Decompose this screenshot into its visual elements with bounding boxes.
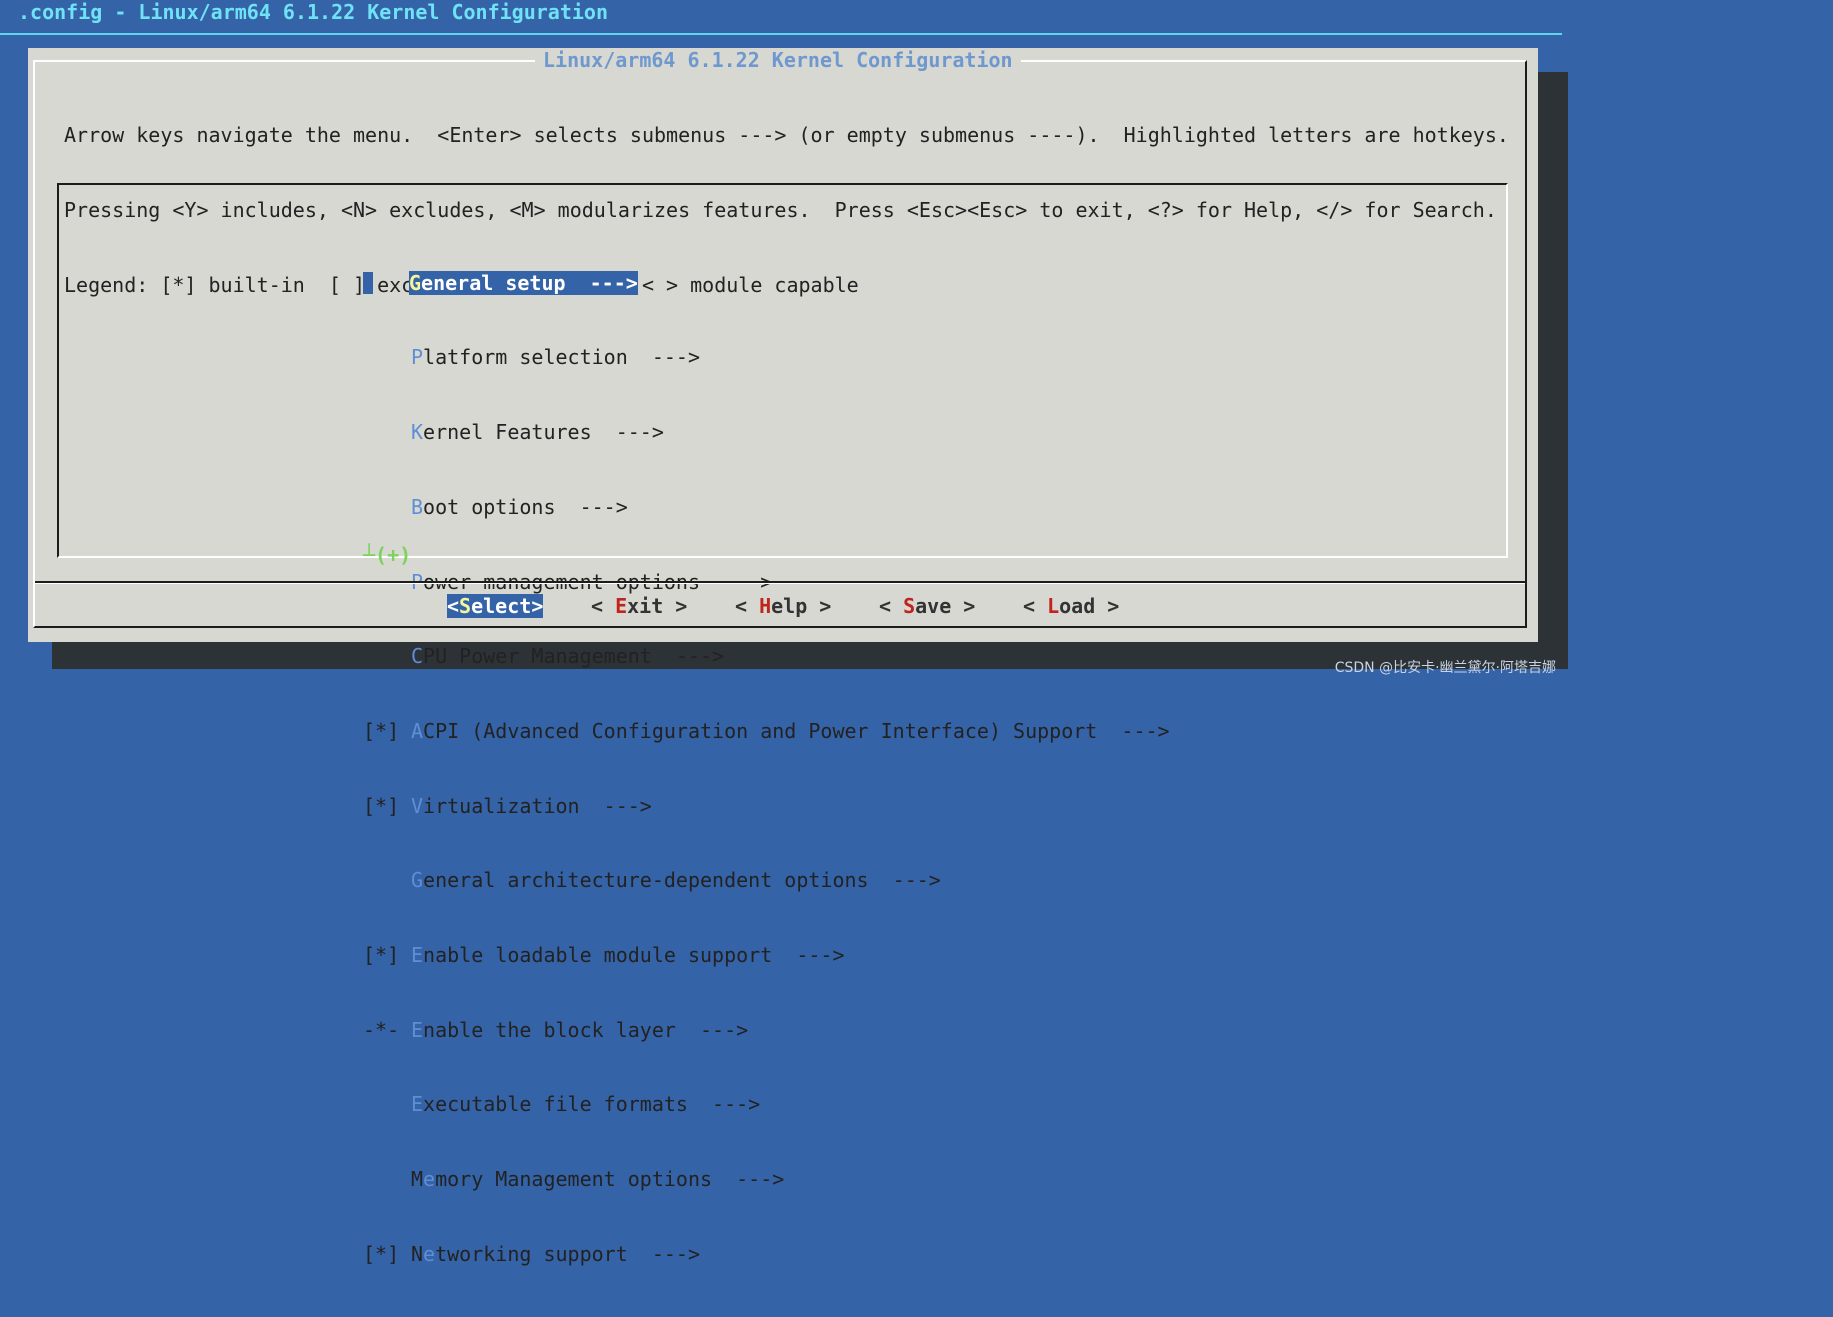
button-bracket: <	[879, 594, 904, 618]
menu-item-state[interactable]: [*]	[363, 719, 411, 744]
hotkey-letter: H	[759, 594, 772, 618]
watermark: CSDN @比安卡·幽兰黛尔·阿塔吉娜	[1334, 660, 1556, 676]
menu-list[interactable]: General setup ---> Platform selection --…	[363, 196, 1170, 1317]
select-button[interactable]: <Select>	[447, 594, 544, 618]
button-bracket: >	[951, 594, 976, 618]
button-bracket: <	[591, 594, 616, 618]
title-divider	[0, 33, 1562, 35]
menu-item-state[interactable]: [*]	[363, 794, 411, 819]
menu-item-state[interactable]: -*-	[363, 1018, 411, 1043]
menu-item-label: latform selection --->	[423, 345, 700, 370]
menu-item-label: eneral architecture-dependent options --…	[423, 868, 941, 893]
menu-item-label: mory Management options --->	[435, 1167, 785, 1192]
menu-item-label: nable the block layer --->	[423, 1017, 749, 1042]
menu-item-executable-file-formats[interactable]: Executable file formats --->	[363, 1092, 1170, 1117]
menu-item-boot-options[interactable]: Boot options --->	[363, 495, 1170, 520]
menu-item-label-start: N	[411, 1241, 424, 1266]
save-button[interactable]: < Save >	[879, 594, 975, 618]
button-label: elp	[771, 594, 808, 618]
button-label: xit	[627, 594, 664, 618]
hotkey-letter: L	[1047, 594, 1060, 618]
hotkey-letter: e	[423, 1241, 436, 1266]
hotkey-letter: V	[411, 793, 424, 818]
hotkey-letter: G	[409, 270, 422, 295]
menu-item-kernel-features[interactable]: Kernel Features --->	[363, 420, 1170, 445]
menu-item-general-setup[interactable]: General setup --->	[363, 270, 1170, 296]
menu-item-label: CPI (Advanced Configuration and Power In…	[423, 718, 1170, 743]
hotkey-letter: E	[615, 594, 628, 618]
menu-item-state[interactable]: [*]	[363, 943, 411, 968]
menu-item-platform-selection[interactable]: Platform selection --->	[363, 345, 1170, 370]
button-bracket: >	[531, 594, 544, 618]
hotkey-letter: B	[411, 494, 424, 519]
menu-item-label: ernel Features --->	[423, 420, 664, 445]
exit-button[interactable]: < Exit >	[591, 594, 687, 618]
load-button[interactable]: < Load >	[1023, 594, 1119, 618]
hotkey-letter: e	[423, 1167, 436, 1192]
dialog-title: Linux/arm64 6.1.22 Kernel Configuration	[535, 48, 1021, 72]
menu-item-virtualization[interactable]: [*] Virtualization --->	[363, 794, 1170, 819]
button-bracket: <	[1023, 594, 1048, 618]
button-label: oad	[1059, 594, 1096, 618]
button-bracket: <	[735, 594, 760, 618]
button-bracket: <	[447, 594, 460, 618]
menu-item-general-architecture-options[interactable]: General architecture-dependent options -…	[363, 868, 1170, 893]
instruction-line: Arrow keys navigate the menu. <Enter> se…	[64, 123, 1509, 147]
hotkey-letter: P	[411, 345, 424, 370]
hotkey-letter: E	[411, 1017, 424, 1042]
button-bracket: >	[1095, 594, 1120, 618]
menu-item-block-layer[interactable]: -*- Enable the block layer --->	[363, 1018, 1170, 1043]
button-bar-divider-highlight	[35, 583, 1525, 584]
hotkey-letter: K	[411, 420, 424, 445]
menu-item-memory-management-options[interactable]: Memory Management options --->	[363, 1167, 1170, 1192]
menu-item-label-start: M	[411, 1167, 424, 1192]
hotkey-letter: S	[459, 594, 472, 618]
menu-item-acpi-support[interactable]: [*] ACPI (Advanced Configuration and Powe…	[363, 719, 1170, 744]
menu-item-label: tworking support --->	[435, 1241, 700, 1266]
button-label: elect	[471, 594, 532, 618]
scroll-more-indicator: ┴(+)	[363, 543, 412, 567]
menu-item-label: nable loadable module support --->	[423, 943, 845, 968]
hotkey-letter: E	[411, 1092, 424, 1117]
hotkey-letter: A	[411, 718, 424, 743]
hotkey-letter: G	[411, 868, 424, 893]
menu-item-networking-support[interactable]: [*] Networking support --->	[363, 1242, 1170, 1267]
hotkey-letter: S	[903, 594, 916, 618]
button-bracket: >	[807, 594, 832, 618]
hotkey-letter: E	[411, 943, 424, 968]
menu-item-label: xecutable file formats --->	[423, 1092, 761, 1117]
button-bracket: >	[663, 594, 688, 618]
hotkey-letter: C	[411, 644, 424, 669]
menuconfig-dialog: Linux/arm64 6.1.22 Kernel Configuration …	[28, 48, 1538, 1266]
help-button[interactable]: < Help >	[735, 594, 831, 618]
menu-item-state[interactable]: [*]	[363, 1242, 411, 1267]
menu-item-label: oot options --->	[423, 494, 628, 519]
menu-item-label: irtualization --->	[423, 793, 652, 818]
menu-item-label: eneral setup --->	[421, 270, 638, 295]
button-label: ave	[915, 594, 952, 618]
menu-item-label: PU Power Management --->	[423, 644, 725, 669]
menu-item-loadable-module-support[interactable]: [*] Enable loadable module support --->	[363, 943, 1170, 968]
selection-cursor	[363, 271, 373, 294]
menu-item-cpu-power-management[interactable]: CPU Power Management --->	[363, 644, 1170, 669]
window-title: .config - Linux/arm64 6.1.22 Kernel Conf…	[18, 0, 609, 24]
